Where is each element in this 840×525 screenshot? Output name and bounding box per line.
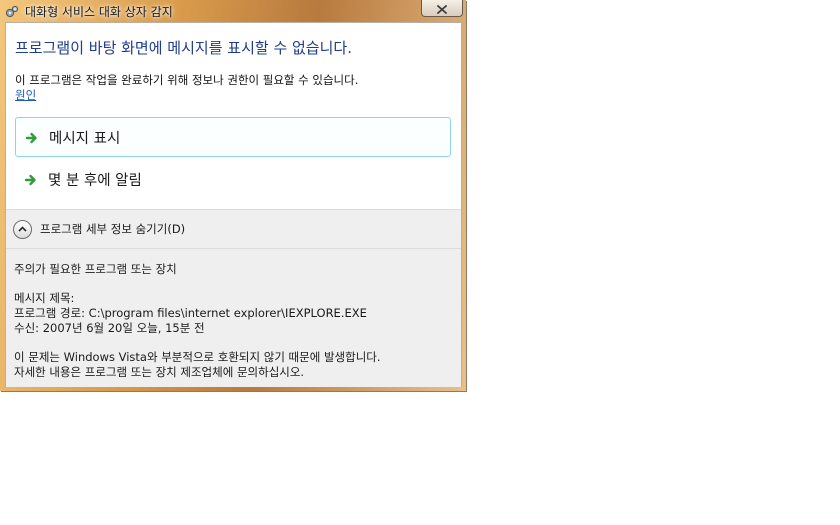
received-time: 수신: 2007년 6월 20일 오늘, 15분 전 <box>14 321 205 335</box>
hide-details-toggle[interactable]: 프로그램 세부 정보 숨기기(D) <box>13 219 185 239</box>
window-title: 대화형 서비스 대화 상자 감지 <box>25 5 173 19</box>
message-title: 메시지 제목: <box>14 291 75 305</box>
title-bar[interactable]: 대화형 서비스 대화 상자 감지 <box>0 0 466 22</box>
main-instruction: 프로그램이 바탕 화면에 메시지를 표시할 수 없습니다. <box>15 39 352 57</box>
interactive-services-dialog: 대화형 서비스 대화 상자 감지 프로그램이 바탕 화면에 메시지를 표시할 수… <box>0 0 466 391</box>
dialog-description: 이 프로그램은 작업을 완료하기 위해 정보나 권한이 필요할 수 있습니다. <box>15 73 359 87</box>
details-panel: 프로그램 세부 정보 숨기기(D) 주의가 필요한 프로그램 또는 장치 메시지… <box>6 209 461 387</box>
contact-note: 자세한 내용은 프로그램 또는 장치 제조업체에 문의하십시오. <box>14 365 305 379</box>
command-label: 몇 분 후에 알림 <box>48 172 142 189</box>
program-path: 프로그램 경로: C:\program files\internet explo… <box>14 306 367 320</box>
divider <box>6 248 461 249</box>
reason-link[interactable]: 원인 <box>15 87 36 103</box>
chevron-up-icon <box>13 219 32 239</box>
details-heading: 주의가 필요한 프로그램 또는 장치 <box>14 262 177 276</box>
show-message-command[interactable]: 메시지 표시 <box>15 117 451 157</box>
gears-icon <box>5 4 19 18</box>
remind-later-command[interactable]: 몇 분 후에 알림 <box>15 159 451 199</box>
green-arrow-icon <box>24 172 38 186</box>
dialog-content: 프로그램이 바탕 화면에 메시지를 표시할 수 없습니다. 이 프로그램은 작업… <box>5 22 462 387</box>
green-arrow-icon <box>25 130 39 144</box>
command-label: 메시지 표시 <box>49 130 121 147</box>
close-button[interactable] <box>421 0 463 17</box>
compatibility-note: 이 문제는 Windows Vista와 부분적으로 호환되지 않기 때문에 발… <box>14 350 381 364</box>
toggle-label: 프로그램 세부 정보 숨기기(D) <box>40 222 186 236</box>
close-icon <box>437 0 447 18</box>
